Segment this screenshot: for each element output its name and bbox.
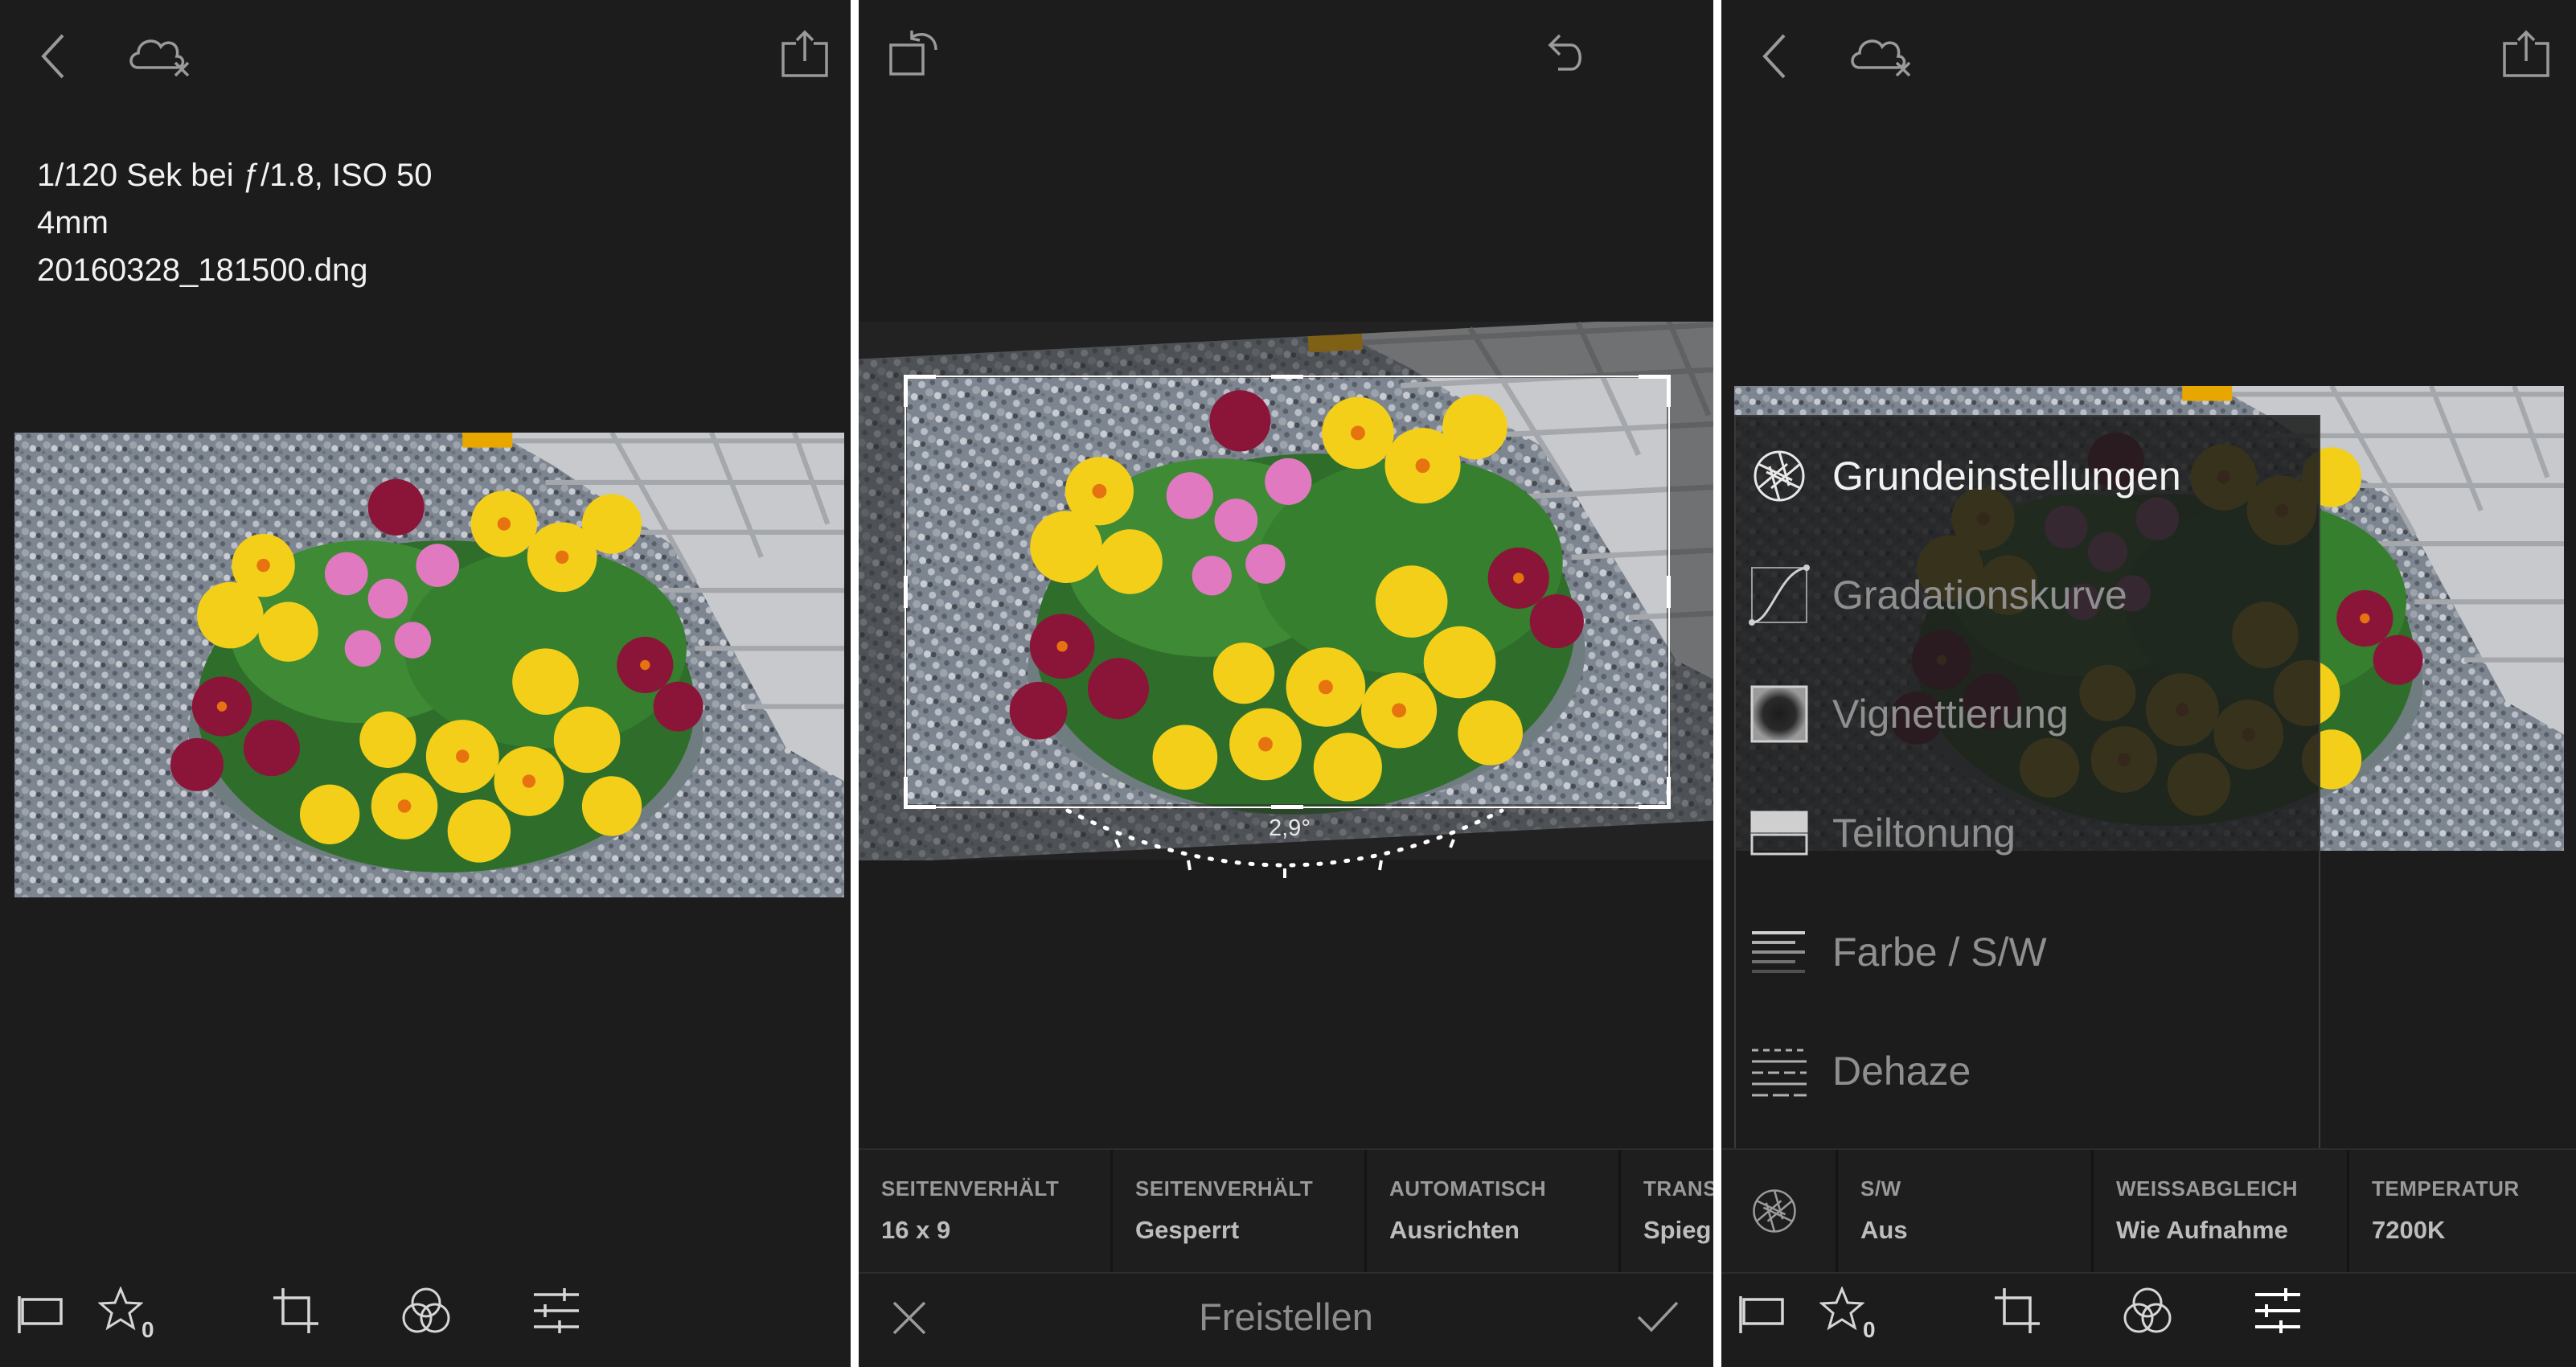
share-icon[interactable]	[2501, 29, 2551, 79]
color-circles-icon[interactable]	[2122, 1285, 2173, 1336]
color-bw-icon	[1747, 920, 1811, 984]
menu-item-gradationskurve[interactable]: Gradationskurve	[1736, 536, 2319, 655]
sliders-icon[interactable]	[532, 1288, 580, 1333]
photo[interactable]	[14, 433, 844, 897]
crop-frame[interactable]	[904, 375, 1671, 809]
crop-icon[interactable]	[272, 1287, 320, 1335]
photo-info-panel: 1/120 Sek bei ƒ/1.8, ISO 50 4mm 20160328…	[0, 0, 851, 1367]
crop-panel: 2,9° SEITENVERHÄLT 16 x 9 SEITENVERHÄLT …	[859, 0, 1713, 1367]
menu-item-grundeinstellungen[interactable]: Grundeinstellungen	[1736, 417, 2319, 536]
bottom-toolbar: 0	[0, 1272, 851, 1367]
back-icon[interactable]	[39, 32, 71, 80]
flag-icon[interactable]	[1737, 1295, 1786, 1335]
rating-count: 0	[1863, 1317, 1876, 1342]
split-toning-icon	[1747, 801, 1811, 865]
exposure-info: 1/120 Sek bei ƒ/1.8, ISO 50	[37, 158, 433, 193]
sliders-icon[interactable]	[2254, 1288, 2302, 1333]
rating-count: 0	[142, 1317, 154, 1342]
aperture-icon	[1747, 444, 1811, 508]
edit-menu: Grundeinstellungen Gradationskurve Vigne…	[1734, 415, 2320, 1150]
curve-icon	[1747, 563, 1811, 627]
cloud-off-icon[interactable]	[1848, 32, 1914, 79]
back-icon[interactable]	[1760, 32, 1792, 80]
star-icon[interactable]	[98, 1287, 143, 1332]
white-balance-tool[interactable]: WEISSABGLEICH Wie Aufnahme	[2094, 1150, 2349, 1272]
crop-tools-row: SEITENVERHÄLT 16 x 9 SEITENVERHÄLT Gespe…	[859, 1148, 1713, 1274]
bw-tool[interactable]: S/W Aus	[1838, 1150, 2094, 1272]
transform-tool[interactable]: TRANS Spieg	[1621, 1150, 1713, 1272]
vignette-icon	[1747, 682, 1811, 746]
crop-title: Freistellen	[1199, 1295, 1373, 1338]
menu-item-teiltonung[interactable]: Teiltonung	[1736, 774, 2319, 893]
temperature-tool[interactable]: TEMPERATUR 7200K	[2349, 1150, 2576, 1272]
confirm-icon[interactable]	[1635, 1298, 1680, 1335]
flag-icon[interactable]	[16, 1295, 64, 1335]
star-icon[interactable]	[1819, 1287, 1864, 1332]
color-circles-icon[interactable]	[400, 1285, 452, 1336]
undo-icon[interactable]	[1540, 31, 1587, 76]
filename-info: 20160328_181500.dng	[37, 252, 368, 288]
edit-tools-row: S/W Aus WEISSABGLEICH Wie Aufnahme TEMPE…	[1721, 1148, 2576, 1274]
aspect-ratio-tool[interactable]: SEITENVERHÄLT 16 x 9	[859, 1150, 1113, 1272]
edit-panel: Grundeinstellungen Gradationskurve Vigne…	[1721, 0, 2576, 1367]
aspect-lock-tool[interactable]: SEITENVERHÄLT Gesperrt	[1113, 1150, 1367, 1272]
rotate-icon[interactable]	[888, 27, 941, 77]
bottom-toolbar: 0	[1721, 1272, 2576, 1367]
angle-label: 2,9°	[1269, 815, 1311, 841]
share-icon[interactable]	[780, 29, 830, 79]
aperture-icon	[1747, 1184, 1802, 1238]
auto-straighten-tool[interactable]: AUTOMATISCH Ausrichten	[1367, 1150, 1621, 1272]
basic-tool-button[interactable]	[1721, 1150, 1838, 1272]
menu-item-vignettierung[interactable]: Vignettierung	[1736, 655, 2319, 774]
menu-item-dehaze[interactable]: Dehaze	[1736, 1012, 2319, 1131]
crop-icon[interactable]	[1993, 1287, 2041, 1335]
cloud-off-icon[interactable]	[127, 32, 193, 79]
focal-length-info: 4mm	[37, 205, 109, 240]
menu-item-farbe-sw[interactable]: Farbe / S/W	[1736, 893, 2319, 1012]
dehaze-icon	[1747, 1039, 1811, 1103]
